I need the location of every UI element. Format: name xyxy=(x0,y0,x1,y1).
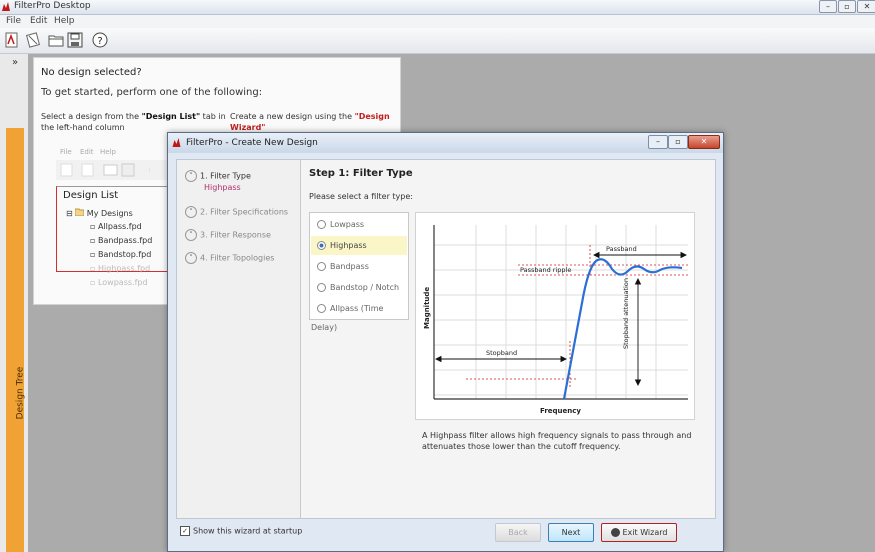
wizard-steps: ˄ 1. Filter Type Highpass ˅ 2. Filter Spec… xyxy=(177,160,301,518)
mini-file-item: ▫ Highpass.fpd xyxy=(90,264,151,273)
mini-toolbar-icons xyxy=(60,163,150,177)
menu-bar: File Edit Help xyxy=(0,15,875,28)
menu-edit[interactable]: Edit xyxy=(30,16,47,26)
welcome-subheading: To get started, perform one of the follo… xyxy=(41,87,263,98)
annotation-stopband-attenuation: Stopband attenuation xyxy=(622,278,630,349)
filter-type-highpass[interactable]: Highpass xyxy=(311,236,407,255)
mini-file-item: ▫ Bandpass.fpd xyxy=(90,236,153,245)
mini-file-item: ▫ Allpass.fpd xyxy=(90,222,142,231)
dialog-close-button[interactable]: ✕ xyxy=(688,135,720,149)
help-icon[interactable]: ? xyxy=(92,32,108,48)
wizard-footer: ✓ Show this wizard at startup Back Next E… xyxy=(168,519,723,551)
x-axis-label: Frequency xyxy=(540,407,581,415)
radio-icon xyxy=(317,304,326,313)
chart-grid xyxy=(434,225,688,399)
highpass-response-chart: Passband Passband ripple Stopband Stopba… xyxy=(415,212,695,420)
mini-file-item: ▫ Bandstop.fpd xyxy=(90,250,152,259)
chevron-up-icon: ˄ xyxy=(185,170,197,182)
mini-menu-edit: Edit xyxy=(80,148,94,156)
svg-text:?: ? xyxy=(97,36,102,47)
welcome-option-wizard: Create a new design using the "Design Wi… xyxy=(230,112,390,132)
create-design-dialog: FilterPro - Create New Design – ▫ ✕ ˄ 1. … xyxy=(167,132,724,552)
folder-icon[interactable] xyxy=(48,32,64,48)
chevron-down-icon: ˅ xyxy=(185,252,197,264)
maximize-button[interactable]: ▫ xyxy=(838,0,856,13)
filter-type-bandpass[interactable]: Bandpass xyxy=(311,257,407,276)
exit-icon xyxy=(610,528,620,537)
mini-design-list-title: Design List xyxy=(63,190,119,201)
response-chart-svg: Passband Passband ripple Stopband Stopba… xyxy=(423,225,688,415)
wizard-content: Step 1: Filter Type Please select a filt… xyxy=(306,160,715,518)
new-design-icon[interactable] xyxy=(4,32,20,48)
filter-type-allpass[interactable]: Allpass (Time Delay) xyxy=(311,299,407,332)
step-filter-type-value: Highpass xyxy=(204,183,241,192)
mini-menu-file: File xyxy=(60,148,72,156)
wizard-body: ˄ 1. Filter Type Highpass ˅ 2. Filter Spec… xyxy=(176,159,716,519)
y-axis-label: Magnitude xyxy=(423,287,431,329)
filter-type-list: Lowpass Highpass Bandpass Bandstop / Not… xyxy=(309,212,409,332)
show-wizard-label: Show this wizard at startup xyxy=(193,526,303,536)
step-filter-type[interactable]: ˄ 1. Filter Type Highpass xyxy=(185,170,251,192)
exit-wizard-button[interactable]: Exit Wizard xyxy=(601,523,677,542)
annotation-stopband: Stopband xyxy=(486,349,517,357)
step-heading: Step 1: Filter Type xyxy=(309,168,413,179)
chevron-down-icon: ˅ xyxy=(185,206,197,218)
menu-file[interactable]: File xyxy=(6,16,21,26)
filterpro-logo-icon xyxy=(2,2,10,11)
filter-type-prompt: Please select a filter type: xyxy=(309,192,413,201)
window-title: FilterPro Desktop xyxy=(14,1,91,11)
annotation-passband: Passband xyxy=(606,245,637,253)
dialog-title: FilterPro - Create New Design xyxy=(186,138,318,148)
radio-icon xyxy=(317,262,326,271)
filterpro-logo-icon xyxy=(172,138,181,147)
show-wizard-checkbox[interactable]: ✓ Show this wizard at startup xyxy=(180,526,302,536)
checkmark-icon: ✓ xyxy=(180,526,190,536)
open-design-icon[interactable] xyxy=(25,32,41,48)
back-button[interactable]: Back xyxy=(495,523,541,542)
mini-file-item: ▫ Lowpass.fpd xyxy=(90,278,148,287)
dialog-maximize-button[interactable]: ▫ xyxy=(668,135,688,149)
radio-selected-icon xyxy=(317,241,326,250)
mini-folder-icon xyxy=(74,208,85,217)
filter-type-lowpass[interactable]: Lowpass xyxy=(311,215,407,234)
step-filter-specifications[interactable]: ˅ 2. Filter Specifications xyxy=(185,206,288,220)
spec-markers xyxy=(466,245,688,389)
mini-tree-root: ⊟ My Designs xyxy=(66,208,133,218)
mini-menu-help: Help xyxy=(100,148,116,156)
chevron-down-icon: ˅ xyxy=(185,229,197,241)
minimize-button[interactable]: – xyxy=(819,0,837,13)
window-titlebar: FilterPro Desktop – ▫ ✕ xyxy=(0,0,875,15)
radio-icon xyxy=(317,283,326,292)
main-toolbar: ? xyxy=(0,28,875,54)
design-tree-label: Design Tree xyxy=(15,366,26,420)
step-filter-response[interactable]: ˅ 3. Filter Response xyxy=(185,229,271,243)
welcome-heading: No design selected? xyxy=(41,67,142,78)
annotation-passband-ripple: Passband ripple xyxy=(520,266,571,274)
filter-description: A Highpass filter allows high frequency … xyxy=(422,431,692,451)
dialog-titlebar: FilterPro - Create New Design – ▫ ✕ xyxy=(168,133,723,153)
filter-type-bandstop[interactable]: Bandstop / Notch xyxy=(311,278,407,297)
welcome-option-design-list: Select a design from the "Design List" t… xyxy=(41,112,226,132)
save-icon[interactable] xyxy=(67,32,83,48)
close-button[interactable]: ✕ xyxy=(857,0,875,13)
dialog-minimize-button[interactable]: – xyxy=(648,135,668,149)
radio-icon xyxy=(317,220,326,229)
expand-sidebar-button[interactable]: » xyxy=(6,57,24,71)
menu-help[interactable]: Help xyxy=(54,16,75,26)
design-tree-tab[interactable]: Design Tree xyxy=(6,128,26,552)
step-filter-topologies[interactable]: ˅ 4. Filter Topologies xyxy=(185,252,274,266)
design-tree-sidebar: » Design Tree xyxy=(0,54,28,552)
next-button[interactable]: Next xyxy=(548,523,594,542)
